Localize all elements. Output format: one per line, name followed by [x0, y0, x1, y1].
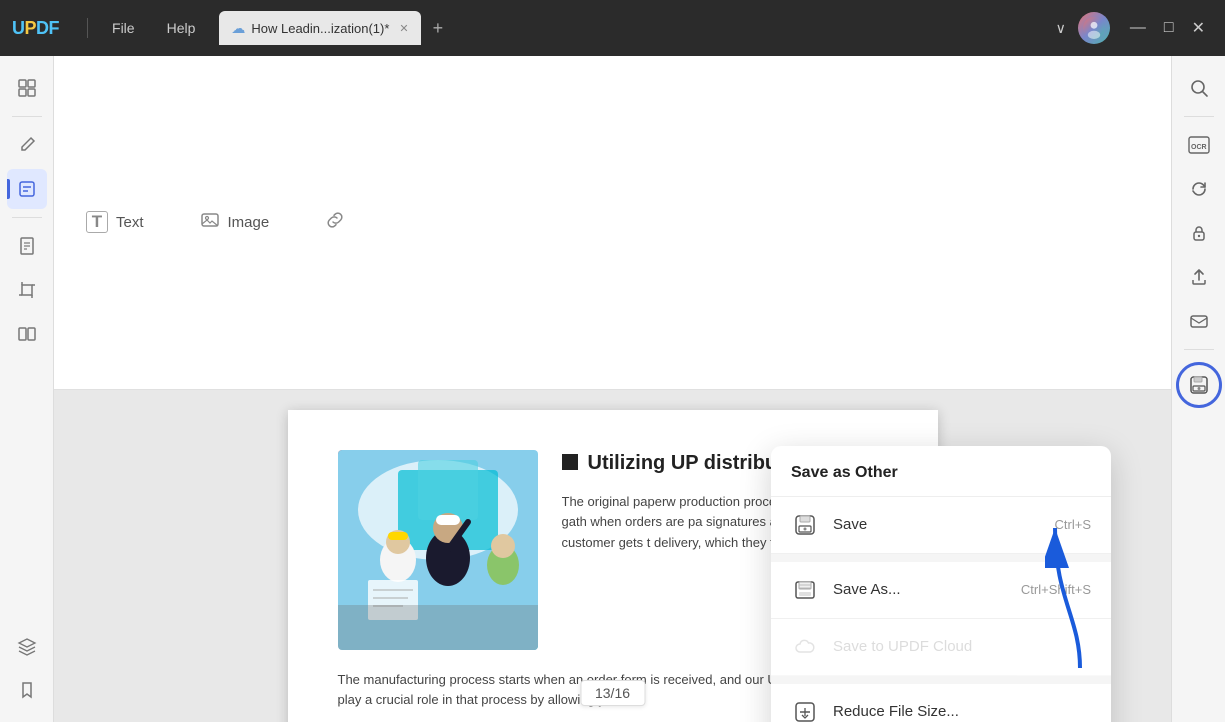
right-ocr-btn[interactable]: OCR — [1179, 125, 1219, 165]
tab-close-btn[interactable]: ✕ — [399, 22, 408, 35]
content-column: T Text Image — [54, 56, 1171, 722]
toolbar-image[interactable]: Image — [188, 204, 282, 241]
main-layout: T Text Image — [0, 56, 1225, 722]
right-share-btn[interactable] — [1179, 257, 1219, 297]
right-div-1 — [1184, 116, 1214, 117]
title-bar: UPDF File Help ☁ How Leadin...ization(1)… — [0, 0, 1225, 56]
sidebar-btn-pages[interactable] — [7, 226, 47, 266]
sidebar-btn-thumbnails[interactable] — [7, 68, 47, 108]
image-tool-icon — [200, 210, 220, 235]
sidebar-btn-annotate[interactable] — [7, 169, 47, 209]
save-as-title: Save as Other — [771, 446, 1111, 497]
add-tab-btn[interactable]: + — [425, 16, 452, 41]
more-tabs-btn[interactable]: ∨ — [1048, 16, 1074, 41]
text-tool-icon: T — [86, 211, 108, 233]
sidebar-div-2 — [12, 217, 42, 218]
minimize-btn[interactable]: — — [1122, 17, 1154, 39]
sidebar-btn-compare[interactable] — [7, 314, 47, 354]
page-image — [338, 450, 538, 650]
sidebar-btn-crop[interactable] — [7, 270, 47, 310]
svg-text:OCR: OCR — [1191, 144, 1207, 151]
cloud-label: Save to UPDF Cloud — [833, 638, 1091, 655]
save-as-label: Save As... — [833, 581, 1007, 598]
active-indicator — [7, 179, 10, 199]
cloud-icon — [791, 633, 819, 661]
app-brand: UPDF — [12, 18, 59, 39]
save-shortcut: Ctrl+S — [1055, 517, 1091, 532]
right-email-btn[interactable] — [1179, 301, 1219, 341]
save-label: Save — [833, 516, 1041, 533]
save-menu-item-reduce[interactable]: Reduce File Size... — [771, 684, 1111, 722]
sidebar-btn-layers[interactable] — [7, 626, 47, 666]
toolbar-text[interactable]: T Text — [74, 205, 156, 239]
window-controls: — □ ✕ — [1122, 16, 1213, 40]
maximize-btn[interactable]: □ — [1156, 17, 1182, 39]
title-right-area: ∨ — □ ✕ — [1048, 12, 1213, 44]
sidebar-btn-edit[interactable] — [7, 125, 47, 165]
right-protect-btn[interactable] — [1179, 213, 1219, 253]
heading-bullet — [562, 454, 578, 470]
close-btn[interactable]: ✕ — [1184, 16, 1213, 40]
tab-cloud-icon: ☁ — [231, 20, 245, 37]
help-menu-btn[interactable]: Help — [151, 14, 212, 42]
save-as-icon — [791, 576, 819, 604]
save-menu-item-save[interactable]: Save Ctrl+S — [771, 497, 1111, 554]
save-menu-item-save-as[interactable]: Save As... Ctrl+Shift+S — [771, 562, 1111, 619]
right-save-highlighted-btn[interactable] — [1176, 362, 1222, 408]
save-icon — [791, 511, 819, 539]
save-menu-item-cloud: Save to UPDF Cloud — [771, 619, 1111, 676]
link-tool-icon — [325, 210, 345, 235]
avatar[interactable] — [1078, 12, 1110, 44]
file-menu-btn[interactable]: File — [96, 14, 151, 42]
tab-label: How Leadin...ization(1)* — [251, 21, 389, 36]
toolbar: T Text Image — [54, 56, 1171, 390]
reduce-label: Reduce File Size... — [833, 703, 1091, 720]
image-tool-label: Image — [228, 214, 270, 231]
tab-area: ☁ How Leadin...ization(1)* ✕ + — [219, 11, 1047, 45]
save-group-divider-2 — [771, 676, 1111, 684]
right-refresh-btn[interactable] — [1179, 169, 1219, 209]
sidebar-div-1 — [12, 116, 42, 117]
save-group-divider-1 — [771, 554, 1111, 562]
sidebar-btn-bookmark[interactable] — [7, 670, 47, 710]
save-as-popup: Save as Other Save Ctrl+S — [771, 446, 1111, 722]
content-area: Utilizing UP distribution The original p… — [54, 390, 1171, 722]
save-as-shortcut: Ctrl+Shift+S — [1021, 582, 1091, 597]
right-div-2 — [1184, 349, 1214, 350]
right-search-btn[interactable] — [1179, 68, 1219, 108]
right-sidebar: OCR — [1171, 56, 1225, 722]
toolbar-link[interactable] — [313, 204, 357, 241]
active-tab[interactable]: ☁ How Leadin...ization(1)* ✕ — [219, 11, 420, 45]
text-tool-label: Text — [116, 214, 144, 231]
page-counter: 13/16 — [580, 680, 645, 706]
title-separator — [87, 18, 88, 38]
left-sidebar — [0, 56, 54, 722]
reduce-icon — [791, 698, 819, 722]
